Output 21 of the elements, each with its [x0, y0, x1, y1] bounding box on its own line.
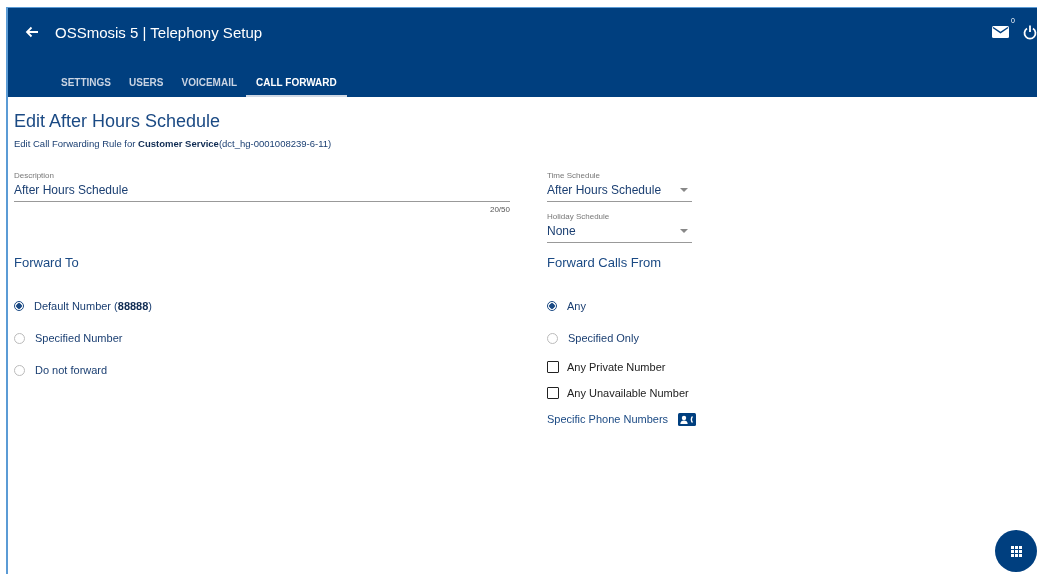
app-title: OSSmosis 5 | Telephony Setup: [55, 23, 263, 41]
radio-label: Default Number (88888): [34, 300, 153, 312]
radio-label: Specified Number: [35, 332, 123, 344]
section-heading: Forward Calls From: [547, 255, 663, 270]
radio-label: Specified Only: [568, 332, 639, 344]
tab[interactable]: USERS: [120, 77, 173, 97]
radio-label: Any: [567, 300, 586, 312]
character-counter: 20/50: [488, 205, 510, 214]
specific-numbers-link[interactable]: Specific Phone Numbers: [547, 413, 669, 425]
description-field[interactable]: Description After Hours Schedule: [14, 171, 510, 202]
tab[interactable]: VOICEMAIL: [172, 77, 247, 97]
tab[interactable]: CALL FORWARD: [246, 77, 347, 97]
page-subtitle: Edit Call Forwarding Rule for Customer Service(dct_hg-0001008239-6-11): [14, 138, 333, 149]
schedule-dropdown[interactable]: Time Schedule After Hours Schedule: [547, 171, 692, 202]
schedule-dropdown[interactable]: Holiday Schedule None: [547, 212, 692, 243]
section-heading: Forward To: [14, 255, 80, 270]
tab[interactable]: SETTINGS: [52, 77, 120, 97]
checkbox-label: Any Unavailable Number: [567, 387, 689, 399]
checkbox-label: Any Private Number: [567, 361, 666, 373]
radio-label: Do not forward: [35, 364, 108, 376]
page-title: Edit After Hours Schedule: [14, 111, 222, 132]
